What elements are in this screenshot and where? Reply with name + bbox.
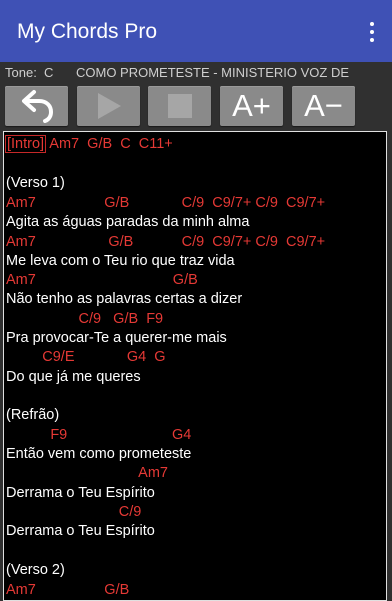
stop-button[interactable] [148,86,211,126]
section-chorus: (Refrão) [6,407,60,423]
tone-label: Tone: [5,65,37,80]
back-button[interactable] [5,86,68,126]
play-icon [97,93,121,119]
lyric-line: Agita as águas paradas da minh alma [6,214,250,230]
chord-line: F9 G4 [6,427,192,443]
lyric-line: Do que já me queres [6,369,141,385]
intro-chords: Am7 G/B C C11+ [46,136,173,152]
lyric-line: Me leva com o Teu rio que traz vida [6,253,235,269]
lyric-line: Então vem como prometeste [6,446,192,462]
font-decrease-button[interactable]: A− [292,86,355,126]
font-increase-button[interactable]: A+ [220,86,283,126]
player-toolbar: A+ A− [0,86,392,128]
chord-line: Am7 G/B [6,582,130,598]
chord-sheet[interactable]: [Intro] Am7 G/B C C11+ (Verso 1) Am7 G/B… [3,131,387,601]
chord-line: Am7 G/B C/9 C9/7+ C/9 C9/7+ [6,195,326,211]
chord-line: C/9 [6,504,142,520]
chord-line: C/9 G/B F9 [6,311,164,327]
chord-line: Am7 [6,465,168,481]
lyric-line: Não tenho as palavras certas a dizer [6,291,243,307]
lyric-line: Pra provocar-Te a querer-me mais [6,330,227,346]
intro-line: [Intro] Am7 G/B C C11+ [5,135,173,153]
intro-tag: [Intro] [5,135,47,153]
font-decrease-label: A− [304,88,343,123]
more-vert-icon[interactable] [364,18,380,46]
song-title: COMO PROMETESTE - MINISTERIO VOZ DE [76,65,350,80]
undo-arrow-icon [21,90,53,123]
play-button[interactable] [77,86,140,126]
chord-line: Am7 G/B [6,272,198,288]
chord-line: Am7 G/B C/9 C9/7+ C/9 C9/7+ [6,234,326,250]
song-info-bar: Tone: C COMO PROMETESTE - MINISTERIO VOZ… [0,62,392,84]
app-bar: My Chords Pro [0,0,392,62]
font-increase-label: A+ [232,88,271,123]
section-verse-1: (Verso 1) [6,175,65,191]
tone-indicator: Tone: C [5,62,53,84]
lyric-line: Derrama o Teu Espírito [6,485,155,501]
tone-value[interactable]: C [44,65,53,80]
stop-icon [167,94,192,118]
app-title: My Chords Pro [17,20,158,43]
chord-line: C9/E G4 G [6,349,166,365]
section-verse-2: (Verso 2) [6,562,65,578]
lyric-line: Derrama o Teu Espírito [6,523,155,539]
